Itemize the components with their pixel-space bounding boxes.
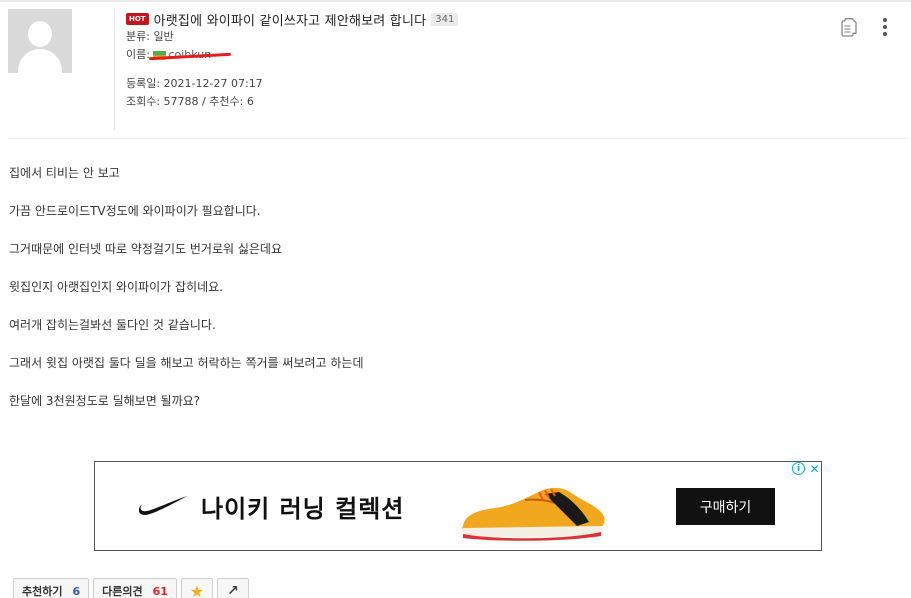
recommend-count: 6 bbox=[72, 584, 81, 598]
opinion-label: 다른의견 bbox=[102, 585, 143, 598]
hot-badge: HOT bbox=[126, 13, 149, 25]
other-opinion-button[interactable]: 다른의견 61 bbox=[93, 578, 177, 598]
star-button[interactable]: ★ bbox=[180, 578, 213, 598]
ad-buy-button[interactable]: 구매하기 bbox=[676, 488, 775, 525]
content-line: 여러개 잡히는걸봐선 둘다인 것 같습니다. bbox=[9, 318, 216, 332]
title-row: HOT 아랫집에 와이파이 같이쓰자고 제안해보려 합니다 341 bbox=[126, 10, 459, 29]
meta-divider bbox=[114, 8, 115, 130]
more-dot bbox=[883, 18, 887, 22]
ad-info-icon[interactable]: i bbox=[792, 462, 805, 475]
opinion-count: 61 bbox=[152, 584, 168, 598]
star-icon: ★ bbox=[189, 581, 205, 598]
content-line: 윗집인지 아랫집인지 와이파이가 잡히네요. bbox=[9, 280, 223, 294]
action-bar: 추천하기 6 다른의견 61 ★ ↗ bbox=[13, 578, 249, 598]
recommend-label: 추천하기 bbox=[22, 585, 63, 598]
ad-banner[interactable]: 나이키 러닝 컬렉션 구매하기 i ✕ bbox=[94, 461, 822, 551]
post-meta: HOT 아랫집에 와이파이 같이쓰자고 제안해보려 합니다 341 분류: 일반… bbox=[126, 10, 459, 111]
ad-close-icon[interactable]: ✕ bbox=[808, 462, 821, 476]
content-line: 가끔 안드로이드TV정도에 와이파이가 필요합니다. bbox=[9, 204, 261, 218]
category: 분류: 일반 bbox=[126, 30, 174, 43]
share-button[interactable]: ↗ bbox=[216, 578, 249, 598]
more-dot bbox=[883, 25, 887, 29]
content-line: 그거때문에 인터넷 따로 약정걸기도 번거로워 싫은데요 bbox=[9, 242, 282, 256]
top-border bbox=[0, 0, 911, 2]
header-divider bbox=[8, 138, 907, 139]
post-stats: 조회수: 57788 / 추천수: 6 bbox=[126, 95, 254, 108]
swoosh-logo-icon bbox=[139, 496, 187, 515]
author-name[interactable]: coibkun bbox=[149, 48, 232, 61]
comment-count[interactable]: 341 bbox=[431, 12, 459, 26]
author-line: 이름: coibkun bbox=[126, 46, 458, 64]
document-copy-icon[interactable] bbox=[841, 18, 857, 37]
avatar[interactable] bbox=[8, 9, 72, 73]
registered-date: 등록일: 2021-12-27 07:17 bbox=[126, 77, 263, 90]
avatar-body bbox=[18, 49, 62, 73]
share-icon: ↗ bbox=[227, 583, 239, 598]
ad-headline: 나이키 러닝 컬렉션 bbox=[201, 495, 405, 523]
post-content: 집에서 티비는 안 보고 가끔 안드로이드TV정도에 와이파이가 필요합니다. … bbox=[9, 165, 889, 431]
post-title: 아랫집에 와이파이 같이쓰자고 제안해보려 합니다 bbox=[153, 13, 427, 29]
more-vertical-icon[interactable] bbox=[878, 16, 892, 38]
content-line: 한달에 3천원정도로 딜해보면 될까요? bbox=[9, 394, 201, 408]
running-shoe-image bbox=[462, 487, 605, 541]
more-dot bbox=[883, 32, 887, 36]
content-line: 집에서 티비는 안 보고 bbox=[9, 166, 120, 180]
content-line: 그래서 윗집 아랫집 둘다 딜을 해보고 허락하는 쪽거를 써보려고 하는데 bbox=[9, 356, 364, 370]
avatar-head bbox=[28, 21, 52, 47]
recommend-button[interactable]: 추천하기 6 bbox=[13, 578, 90, 598]
